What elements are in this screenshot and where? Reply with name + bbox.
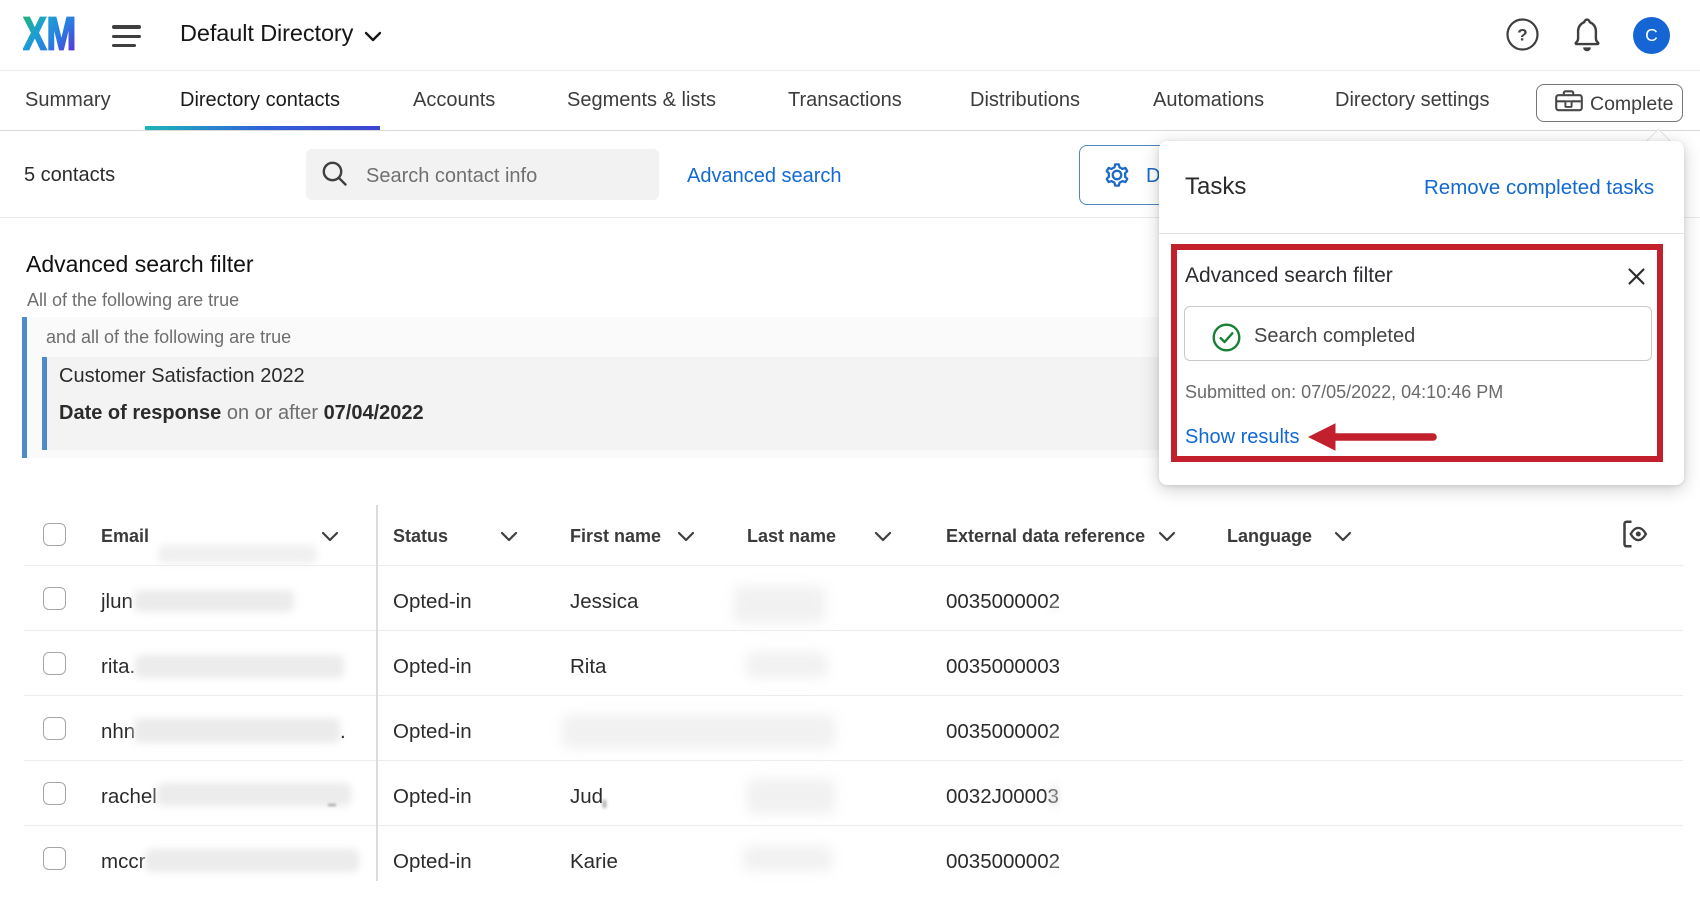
svg-text:?: ? — [1517, 26, 1527, 45]
svg-text:XM: XM — [23, 8, 76, 60]
